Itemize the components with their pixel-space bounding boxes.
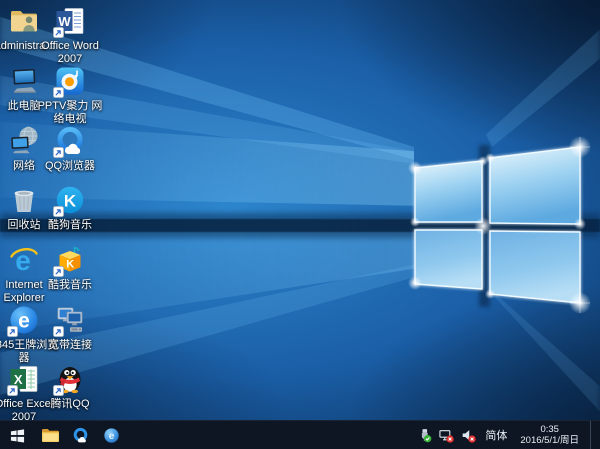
desktop-icon-kugou-music[interactable]: K 酷狗音乐 xyxy=(35,184,105,232)
language-indicator[interactable]: 简体 xyxy=(483,427,509,443)
svg-text:K: K xyxy=(64,192,77,211)
desktop-icon-kuwo-music[interactable]: K 酷我音乐 xyxy=(35,244,105,292)
shortcut-arrow-icon xyxy=(7,326,18,337)
taskbar-qq-browser[interactable] xyxy=(65,421,96,449)
qq-browser-icon xyxy=(54,125,86,157)
clock-date: 2016/5/1/周日 xyxy=(520,435,579,446)
show-desktop-button[interactable] xyxy=(590,421,595,449)
kuwo-music-icon: K xyxy=(54,244,86,276)
kugou-music-icon: K xyxy=(54,184,86,216)
svg-text:e: e xyxy=(109,431,115,442)
tencent-qq-icon xyxy=(54,363,86,395)
desktop-icon-label: Office Word 2007 xyxy=(35,40,105,65)
desktop-icon-tencent-qq[interactable]: 腾讯QQ xyxy=(35,363,105,411)
shortcut-arrow-icon xyxy=(53,385,64,396)
desktop-icon-label: PPTV聚力 网络电视 xyxy=(35,100,105,125)
taskbar-buttons: e xyxy=(0,421,127,449)
desktop-icon-pptv[interactable]: PPTV聚力 网络电视 xyxy=(35,65,105,125)
system-tray: 简体 0:35 2016/5/1/周日 xyxy=(417,421,600,449)
safely-remove-hardware-icon[interactable] xyxy=(417,428,432,443)
volume-muted-icon[interactable] xyxy=(461,428,476,443)
pptv-icon xyxy=(54,65,86,97)
shortcut-arrow-icon xyxy=(53,147,64,158)
word-icon: W xyxy=(54,5,86,37)
windows-logo-icon xyxy=(10,428,25,443)
shortcut-arrow-icon xyxy=(53,266,64,277)
taskbar: e xyxy=(0,420,600,449)
start-button[interactable] xyxy=(0,421,34,449)
qq-browser-icon xyxy=(72,427,89,444)
shortcut-arrow-icon xyxy=(53,27,64,38)
2345-browser-icon: e xyxy=(103,427,120,444)
desktop-icon-label: 酷狗音乐 xyxy=(35,219,105,232)
taskbar-file-explorer[interactable] xyxy=(34,421,65,449)
svg-text:K: K xyxy=(66,259,74,271)
desktop-icon-qq-browser[interactable]: QQ浏览器 xyxy=(35,125,105,173)
broadband-connection-icon xyxy=(54,304,86,336)
desktop-icon-label: 宽带连接 xyxy=(35,339,105,352)
folder-icon xyxy=(41,427,59,443)
desktop-icon-office-word[interactable]: W Office Word 2007 xyxy=(35,5,105,65)
desktop-icon-label: 酷我音乐 xyxy=(35,279,105,292)
taskbar-2345-browser[interactable]: e xyxy=(96,421,127,449)
desktop-icon-label: 腾讯QQ xyxy=(35,398,105,411)
clock-time: 0:35 xyxy=(520,424,579,435)
shortcut-arrow-icon xyxy=(53,206,64,217)
desktop-icon-broadband[interactable]: 宽带连接 xyxy=(35,304,105,352)
desktop-screen: Administra... W Office Word 2007 xyxy=(0,0,600,449)
desktop-icon-label: QQ浏览器 xyxy=(35,160,105,173)
svg-text:e: e xyxy=(18,310,30,333)
network-disconnected-icon[interactable] xyxy=(439,428,454,443)
clock[interactable]: 0:35 2016/5/1/周日 xyxy=(516,424,583,446)
shortcut-arrow-icon xyxy=(7,385,18,396)
shortcut-arrow-icon xyxy=(53,326,64,337)
shortcut-arrow-icon xyxy=(53,87,64,98)
